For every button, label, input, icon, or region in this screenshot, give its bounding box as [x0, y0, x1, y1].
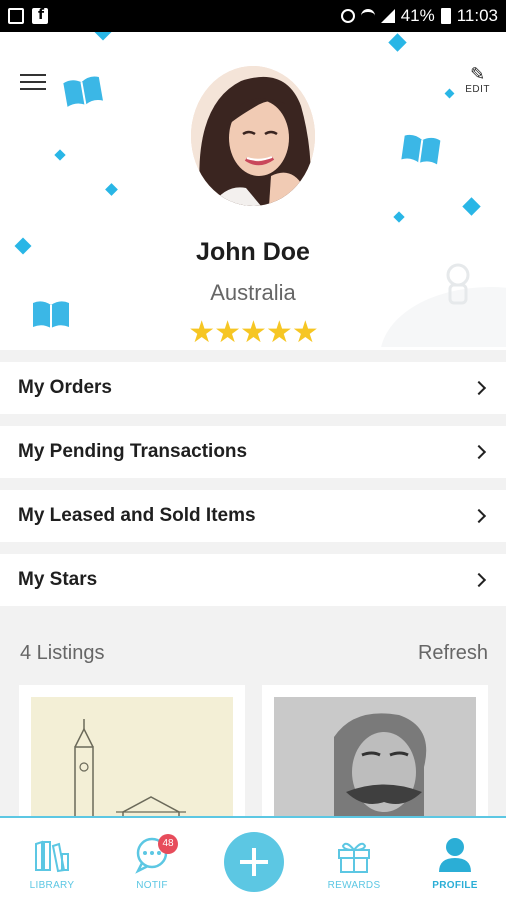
refresh-button[interactable]: Refresh [418, 642, 488, 665]
nav-profile[interactable]: PROFILE [405, 818, 505, 900]
nav-rewards[interactable]: REWARDS [304, 818, 404, 900]
pencil-icon: ✎ [470, 64, 486, 85]
menu-item-label: My Orders [18, 377, 112, 398]
menu-item-my-orders[interactable]: My Orders [0, 362, 506, 414]
bottom-navigation: LIBRARY 48 NOTIF REWARDS PROFILE [0, 816, 506, 900]
clock: 11:03 [456, 6, 498, 25]
add-listing-button[interactable] [224, 832, 284, 892]
signal-icon [380, 9, 395, 23]
listing-image [31, 697, 233, 825]
menu-item-label: My Leased and Sold Items [18, 505, 256, 526]
status-bar: 41% 11:03 [0, 0, 506, 32]
menu-item-my-pending-transactions[interactable]: My Pending Transactions [0, 426, 506, 478]
listing-image [274, 697, 476, 825]
chevron-right-icon [471, 572, 487, 588]
diamond-decoration [444, 88, 455, 99]
battery-percent: 41% [400, 6, 435, 25]
profile-menu: My Orders My Pending Transactions My Lea… [0, 362, 506, 618]
nav-notif[interactable]: 48 NOTIF [102, 818, 202, 900]
listings-count: 4 Listings [20, 642, 105, 664]
book-decoration-icon [401, 134, 441, 165]
gallery-notification-icon [8, 8, 24, 24]
diamond-decoration [94, 32, 112, 41]
nav-label: PROFILE [432, 880, 478, 891]
notification-badge: 48 [158, 834, 178, 854]
menu-item-label: My Stars [18, 569, 98, 590]
gift-icon [338, 842, 370, 873]
person-icon [439, 838, 471, 872]
alarm-icon [340, 9, 355, 23]
menu-item-label: My Pending Transactions [18, 441, 248, 462]
listings-header: 4 Listings Refresh [20, 642, 488, 665]
listing-card[interactable] [19, 685, 245, 825]
nav-label: NOTIF [136, 880, 168, 891]
diamond-decoration [393, 211, 405, 223]
hamburger-menu-icon[interactable] [20, 74, 46, 94]
menu-item-my-leased-and-sold-items[interactable]: My Leased and Sold Items [0, 490, 506, 542]
wifi-icon [360, 9, 375, 23]
diamond-decoration [462, 197, 481, 216]
edit-profile-button[interactable]: ✎ EDIT [465, 64, 490, 96]
profile-header: ✎ EDIT John Doe Australia ★★★★★ [0, 32, 506, 350]
battery-icon [440, 8, 451, 24]
diamond-decoration [105, 183, 118, 196]
diamond-decoration [54, 149, 66, 161]
nav-label: REWARDS [327, 880, 381, 891]
edit-label: EDIT [465, 84, 490, 95]
avatar-photo [191, 66, 315, 206]
menu-item-my-stars[interactable]: My Stars [0, 554, 506, 606]
diamond-decoration [388, 33, 407, 52]
listing-card[interactable] [262, 685, 488, 825]
library-books-icon [35, 840, 69, 873]
chevron-right-icon [471, 380, 487, 396]
profile-name: John Doe [196, 238, 310, 266]
avatar[interactable] [191, 66, 315, 206]
chevron-right-icon [471, 508, 487, 524]
rating-stars: ★★★★★ [188, 315, 318, 350]
profile-country: Australia [210, 280, 296, 305]
book-decoration-icon [63, 76, 103, 107]
nav-label: LIBRARY [29, 880, 75, 891]
facebook-notification-icon [32, 7, 48, 24]
nav-library[interactable]: LIBRARY [2, 818, 102, 900]
chevron-right-icon [471, 444, 487, 460]
